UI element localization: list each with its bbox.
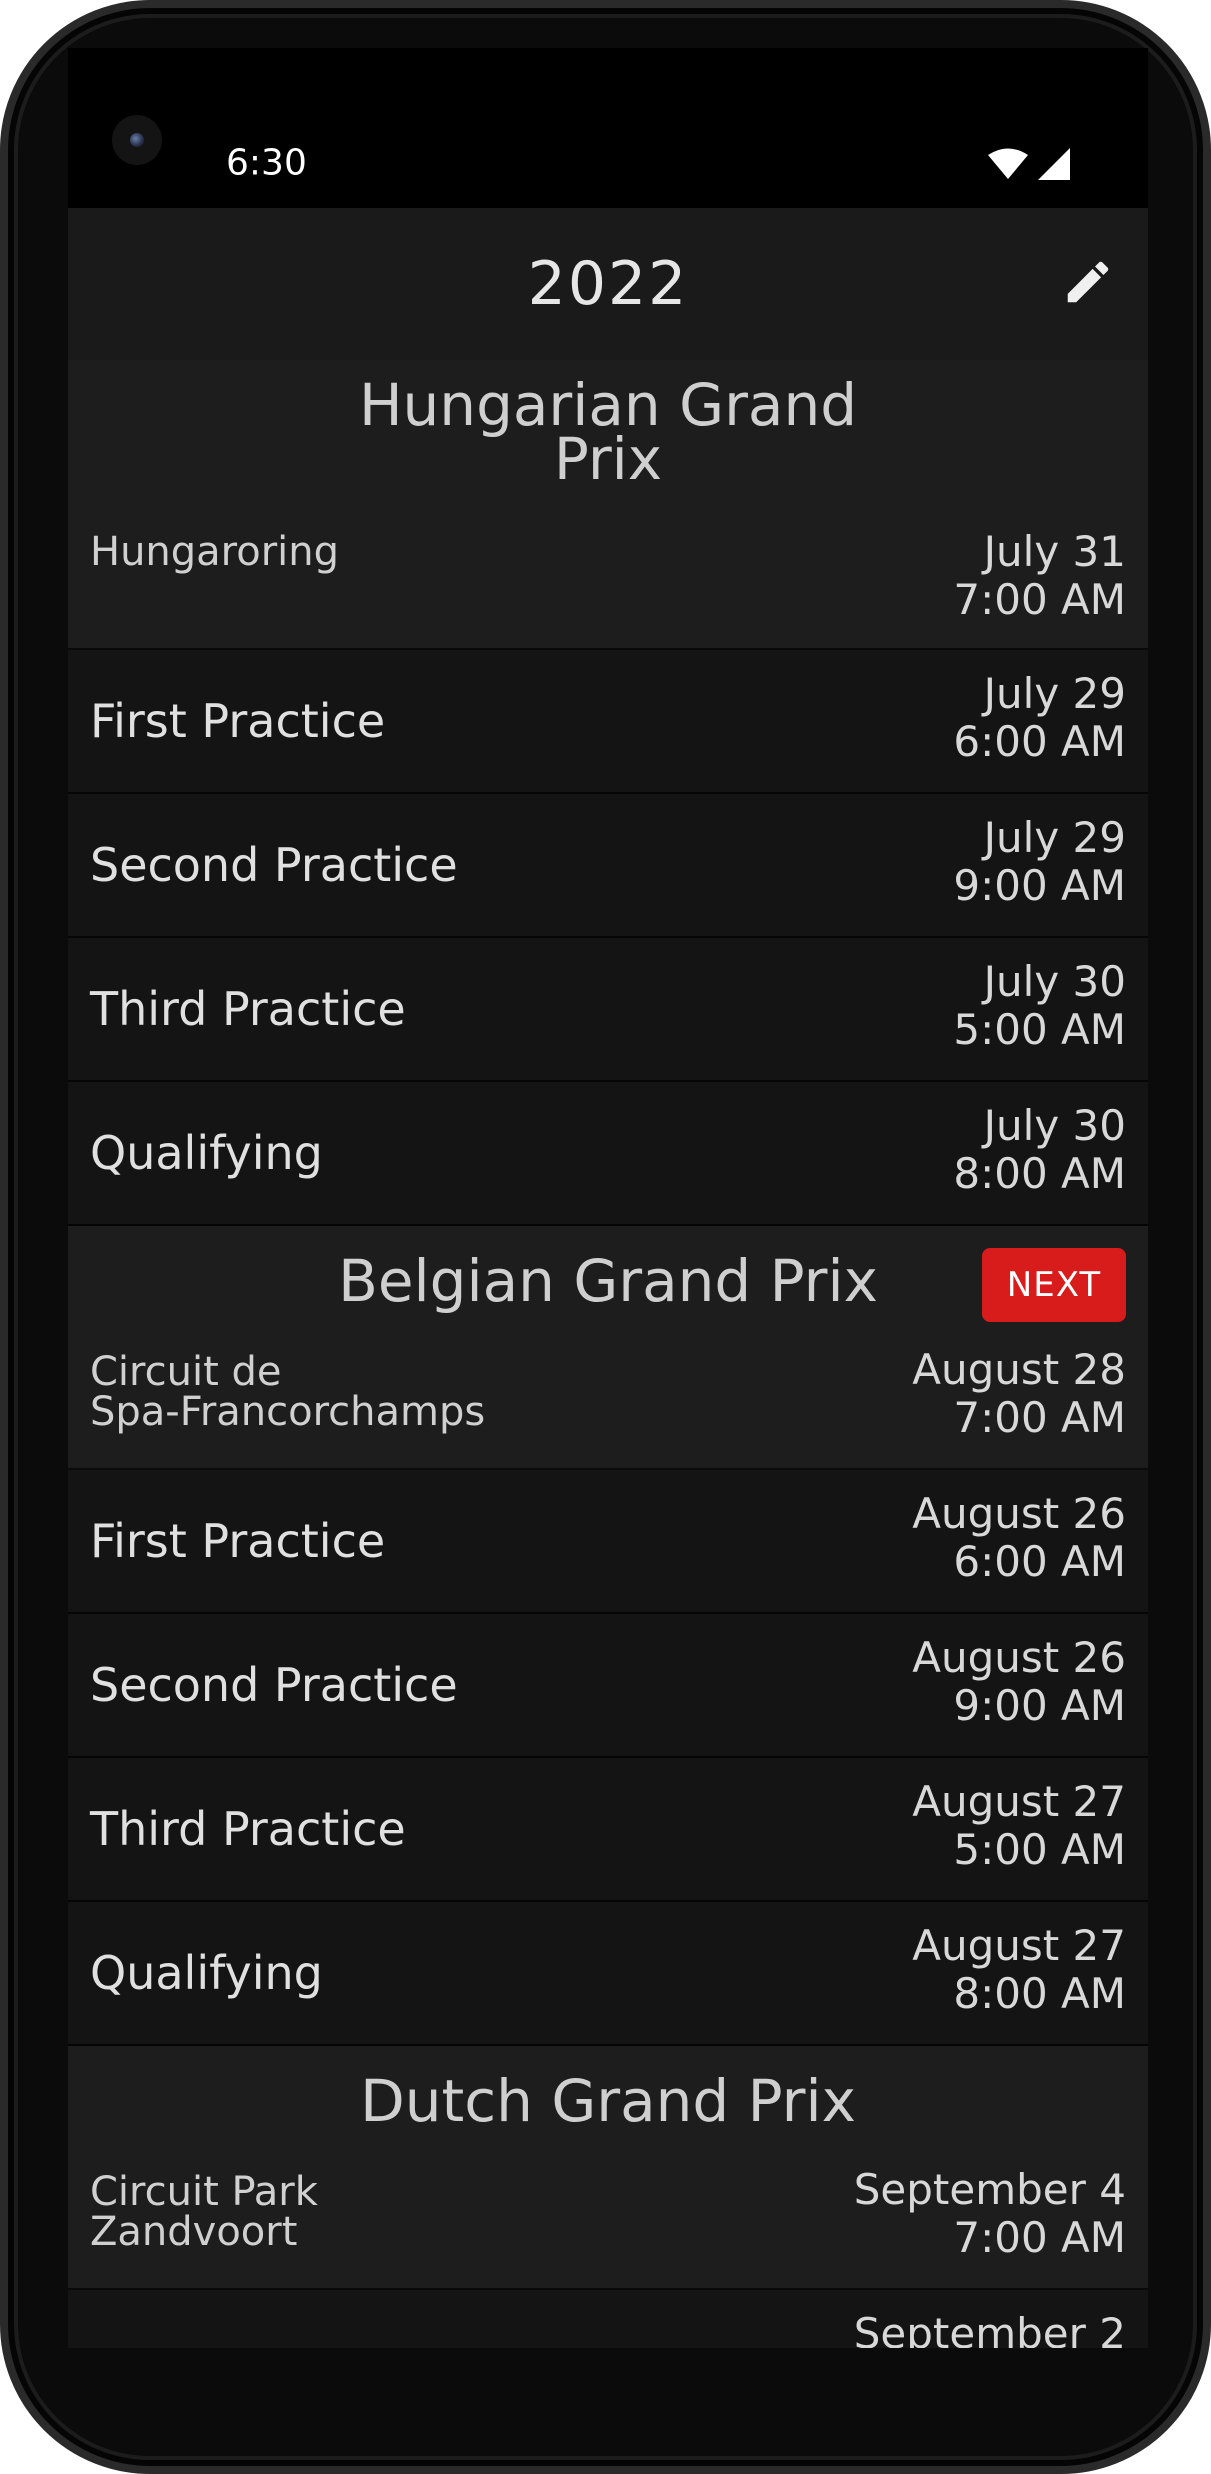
session-name: Third Practice — [90, 982, 406, 1036]
session-datetime: August 26 6:00 AM — [912, 1490, 1126, 1586]
session-time: 8:00 AM — [953, 1969, 1126, 2018]
grand-prix-title: Hungarian Grand Prix — [338, 371, 878, 493]
session-time: 5:00 AM — [953, 1005, 1126, 1054]
system-icons — [988, 148, 1070, 184]
session-row[interactable]: First Practice July 29 6:00 AM — [68, 650, 1148, 794]
session-row[interactable]: Qualifying August 27 8:00 AM — [68, 1902, 1148, 2046]
pencil-icon — [1061, 255, 1115, 313]
session-time: 9:00 AM — [953, 861, 1126, 910]
race-date: July 31 — [983, 527, 1126, 576]
session-name: Second Practice — [90, 1658, 458, 1712]
session-name: First Practice — [90, 1514, 386, 1568]
grand-prix-title-line1: Belgian Grand Prix — [338, 1247, 878, 1315]
session-row[interactable]: Qualifying July 30 8:00 AM — [68, 1082, 1148, 1226]
session-date: August 27 — [912, 1777, 1126, 1826]
session-row[interactable]: Second Practice August 26 9:00 AM — [68, 1614, 1148, 1758]
grand-prix-header[interactable]: Hungarian Grand Prix Hungaroring July 31… — [68, 360, 1148, 650]
race-datetime: September 4 7:00 AM — [854, 2166, 1126, 2262]
grand-prix-title-line1: Dutch Grand Prix — [360, 2067, 856, 2135]
session-date: August 27 — [912, 1921, 1126, 1970]
race-time: 7:00 AM — [953, 2213, 1126, 2262]
session-name: Third Practice — [90, 1802, 406, 1856]
session-datetime: September 2 — [853, 2309, 1126, 2349]
session-name: First Practice — [90, 694, 386, 748]
session-time: 8:00 AM — [953, 1149, 1126, 1198]
edit-button[interactable] — [1058, 254, 1118, 314]
camera-icon — [112, 115, 162, 165]
race-date: August 28 — [912, 1345, 1126, 1394]
session-datetime: July 30 8:00 AM — [953, 1102, 1126, 1198]
session-time: 9:00 AM — [953, 1681, 1126, 1730]
season-title: 2022 — [527, 249, 689, 319]
status-bar: 6:30 — [68, 48, 1148, 208]
circuit-name-line1: Circuit de — [90, 1349, 282, 1395]
session-name: Second Practice — [90, 838, 458, 892]
app-bar: 2022 — [68, 208, 1148, 360]
session-date: July 29 — [983, 813, 1126, 862]
grand-prix-header[interactable]: Belgian Grand Prix NEXT Circuit de Spa-F… — [68, 1226, 1148, 1470]
circuit-name: Hungaroring — [90, 529, 340, 575]
session-row[interactable]: Third Practice July 30 5:00 AM — [68, 938, 1148, 1082]
session-time: 6:00 AM — [953, 717, 1126, 766]
session-date: July 29 — [983, 669, 1126, 718]
race-datetime: August 28 7:00 AM — [912, 1346, 1126, 1442]
session-date: July 30 — [983, 957, 1126, 1006]
circuit-name: Circuit Park Zandvoort — [90, 2172, 318, 2252]
circuit-name-line2: Spa-Francorchamps — [90, 1389, 486, 1435]
cellular-signal-icon — [1038, 148, 1070, 184]
session-datetime: August 26 9:00 AM — [912, 1634, 1126, 1730]
next-race-badge: NEXT — [982, 1248, 1126, 1322]
grand-prix-title-line1: Hungarian Grand — [358, 371, 858, 439]
session-row[interactable]: First Practice August 26 6:00 AM — [68, 1470, 1148, 1614]
circuit-name: Circuit de Spa-Francorchamps — [90, 1352, 485, 1432]
race-list[interactable]: Hungarian Grand Prix Hungaroring July 31… — [68, 360, 1148, 2348]
session-date: August 26 — [912, 1633, 1126, 1682]
session-datetime: July 30 5:00 AM — [953, 958, 1126, 1054]
session-row[interactable]: Second Practice July 29 9:00 AM — [68, 794, 1148, 938]
session-datetime: July 29 6:00 AM — [953, 670, 1126, 766]
session-name: Qualifying — [90, 1126, 323, 1180]
session-time: 5:00 AM — [953, 1825, 1126, 1874]
race-time: 7:00 AM — [953, 1393, 1126, 1442]
session-date: September 2 — [853, 2309, 1126, 2349]
circuit-name-line2: Zandvoort — [90, 2209, 298, 2255]
race-datetime: July 31 7:00 AM — [953, 528, 1126, 624]
race-time: 7:00 AM — [953, 575, 1126, 624]
race-date: September 4 — [853, 2165, 1126, 2214]
session-name: Qualifying — [90, 1946, 323, 2000]
session-datetime: August 27 8:00 AM — [912, 1922, 1126, 2018]
screen: 6:30 2022 Hungarian Grand Prix Hungarori… — [68, 48, 1148, 2348]
session-row[interactable]: Third Practice August 27 5:00 AM — [68, 1758, 1148, 1902]
wifi-icon — [988, 148, 1028, 184]
session-datetime: July 29 9:00 AM — [953, 814, 1126, 910]
circuit-name-line1: Circuit Park — [90, 2169, 318, 2215]
phone-frame: 6:30 2022 Hungarian Grand Prix Hungarori… — [0, 0, 1211, 2474]
session-row[interactable]: September 2 — [68, 2290, 1148, 2348]
grand-prix-title-line2: Prix — [553, 425, 663, 493]
session-datetime: August 27 5:00 AM — [912, 1778, 1126, 1874]
grand-prix-title: Dutch Grand Prix — [338, 2067, 878, 2135]
session-time: 6:00 AM — [953, 1537, 1126, 1586]
app-content: 2022 Hungarian Grand Prix Hungaroring Ju… — [68, 208, 1148, 2348]
status-time: 6:30 — [226, 142, 307, 184]
grand-prix-header[interactable]: Dutch Grand Prix Circuit Park Zandvoort … — [68, 2046, 1148, 2290]
grand-prix-title: Belgian Grand Prix — [338, 1247, 878, 1315]
session-date: August 26 — [912, 1489, 1126, 1538]
session-date: July 30 — [983, 1101, 1126, 1150]
